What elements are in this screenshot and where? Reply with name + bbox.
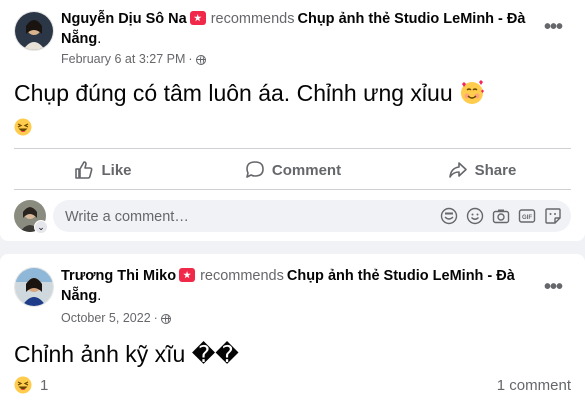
haha-reaction-icon[interactable] — [14, 118, 32, 136]
comment-composer: ⌄ GIF — [14, 200, 571, 234]
meta-separator: · — [153, 311, 158, 325]
gif-icon[interactable]: GIF — [518, 207, 536, 225]
share-label: Share — [474, 161, 517, 179]
post-header: Trương Thi Miko recommends Chụp ảnh thẻ St… — [61, 266, 533, 306]
recommendation-badge-icon — [189, 11, 206, 25]
post-timestamp[interactable]: October 5, 2022 — [61, 311, 151, 325]
post-meta: October 5, 2022 · — [61, 311, 171, 325]
recommends-text: recommends — [200, 268, 284, 284]
post-text: Chỉnh ảnh kỹ xĩu �� — [14, 341, 239, 367]
comment-icon — [246, 161, 264, 178]
post-card: Trương Thi Miko recommends Chụp ảnh thẻ St… — [0, 254, 585, 407]
emoji-icon[interactable] — [466, 207, 484, 225]
recommendation-badge-icon — [179, 268, 196, 282]
comment-count[interactable]: 1 comment — [497, 377, 571, 394]
like-icon — [75, 161, 93, 179]
comment-button[interactable]: Comment — [199, 152, 387, 188]
share-icon — [448, 162, 467, 178]
avatar-sticker-icon[interactable] — [440, 207, 458, 225]
post-header: Nguyễn Dịu Sô Na recommends Chụp ảnh thẻ S… — [61, 9, 533, 49]
comment-label: Comment — [271, 161, 342, 179]
header-period: . — [97, 288, 102, 304]
post-timestamp[interactable]: February 6 at 3:27 PM — [61, 52, 185, 66]
post-text: Chụp đúng có tâm luôn áa. Chỉnh ưng xỉuu — [14, 80, 453, 107]
svg-text:GIF: GIF — [522, 215, 532, 221]
author-avatar[interactable] — [14, 267, 54, 307]
share-button[interactable]: Share — [393, 152, 571, 188]
divider — [14, 189, 571, 190]
author-avatar[interactable] — [14, 11, 54, 51]
divider — [14, 148, 571, 149]
author-name[interactable]: Trương Thi Miko — [61, 268, 176, 284]
post-content: Chụp đúng có tâm luôn áa. Chỉnh ưng xỉuu — [14, 79, 485, 111]
post-card: Nguyễn Dịu Sô Na recommends Chụp ảnh thẻ S… — [0, 0, 585, 241]
meta-separator: · — [188, 52, 193, 66]
globe-icon — [195, 55, 206, 65]
chevron-down-icon[interactable]: ⌄ — [34, 220, 48, 234]
smiling-face-with-hearts-icon — [459, 79, 485, 111]
camera-icon[interactable] — [492, 207, 510, 225]
sticker-icon[interactable] — [544, 207, 562, 225]
author-name[interactable]: Nguyễn Dịu Sô Na — [61, 11, 187, 27]
post-content: Chỉnh ảnh kỹ xĩu �� — [14, 341, 239, 368]
like-label: Like — [101, 161, 132, 179]
reaction-count[interactable]: 1 — [40, 377, 48, 394]
like-button[interactable]: Like — [14, 152, 192, 188]
comment-input[interactable] — [63, 200, 387, 234]
recommends-text: recommends — [210, 11, 295, 27]
post-meta: February 6 at 3:27 PM · — [61, 52, 206, 66]
more-options-button[interactable]: ••• — [543, 17, 563, 40]
comment-field: GIF — [53, 200, 571, 234]
globe-icon — [160, 314, 171, 324]
header-period: . — [97, 31, 102, 47]
more-options-button[interactable]: ••• — [543, 277, 563, 300]
haha-reaction-icon[interactable] — [14, 376, 32, 394]
